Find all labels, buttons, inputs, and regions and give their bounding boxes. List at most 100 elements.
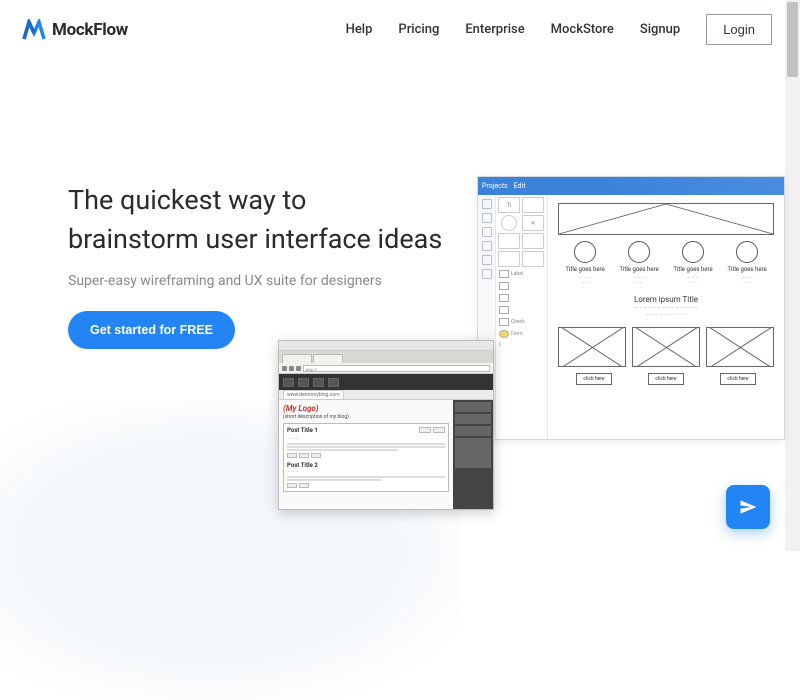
mockup-titlebar [279,341,493,351]
canvas-placeholder-box [558,327,626,367]
hero-title-line1: The quickest way to [68,184,306,216]
send-icon [738,497,758,517]
nav-pricing[interactable]: Pricing [398,22,439,37]
mockup-body: Ti ✕ Label Check Form { Title goes here … [478,195,784,439]
mockup-dark-toolbar [279,374,493,390]
post-line [287,476,445,478]
editor-post-box: Post Title 1 — — — Post Title 2 — — — [283,423,449,492]
browser-tab [313,354,343,363]
canvas-button: click here [720,373,756,385]
urlbar-input: http:// [303,365,490,372]
post-button [433,427,445,433]
post-control [299,453,309,458]
hero-title-line2: brainstorm user interface ideas [68,223,442,255]
canvas-sublabel: — — —— — [619,275,659,285]
comp-circle-icon [501,215,517,231]
comp-item [498,305,545,315]
editor-main-panel: (My Logo) (short description of my blog)… [279,400,453,509]
comp-cross-icon: ✕ [522,215,544,231]
rail-icon [482,227,492,237]
login-button[interactable]: Login [706,14,772,45]
canvas-sublabel: — — —— — [565,275,605,285]
canvas-boxes-row [558,327,774,367]
canvas-roof-shape [558,203,774,235]
editor-right-panel [453,400,493,509]
post-control [311,453,321,458]
comp-item [498,281,545,291]
canvas-label: Title goes here [619,266,659,273]
mockup-editor-content: (My Logo) (short description of my blog)… [279,400,493,509]
mockup-wireframe-editor: Projects Edit Ti ✕ Label Check Form { [477,176,785,440]
right-panel-block [455,426,491,436]
canvas-circle [628,241,650,263]
mockup-components-panel: Ti ✕ Label Check Form { [496,195,548,439]
logo-text: MockFlow [52,20,128,40]
mockup-browser-tabs [279,351,493,363]
canvas-labels-row: Title goes here Title goes here Title go… [558,266,774,273]
canvas-label: Title goes here [565,266,605,273]
post-title: Post Title 2 [287,462,445,469]
toolbar-button [313,378,324,387]
nav-signup[interactable]: Signup [640,22,680,37]
comp-shape-icon [498,251,520,267]
comp-item: { [498,341,545,349]
editor-tagline: (short description of my blog) [283,414,449,420]
main-nav: Help Pricing Enterprise MockStore Signup… [346,14,772,45]
urlbar-forward-icon [289,366,294,371]
comp-item: Form [498,329,545,339]
canvas-sublabels-row: — — —— — — — —— — — — —— — — — —— — [558,275,774,285]
canvas-circle [574,241,596,263]
post-control [287,483,297,488]
toolbar-button [298,378,309,387]
mockup-urlbar: http:// [279,363,493,374]
rail-icon [482,213,492,223]
chat-fab-button[interactable] [726,485,770,529]
cta-button[interactable]: Get started for FREE [68,311,235,349]
rail-icon [482,241,492,251]
subbar-url: www.demomyblog.com [283,390,344,400]
urlbar-reload-icon [296,366,301,371]
comp-rect-icon [522,197,544,213]
right-panel-block [455,402,491,412]
canvas-circle [682,241,704,263]
canvas-placeholder-box [706,327,774,367]
logo[interactable]: MockFlow [22,19,128,41]
comp-shape-icon [522,251,544,267]
rail-icon [482,255,492,265]
mockup-browser-editor: http:// www.demomyblog.com (My Logo) (sh… [278,340,494,510]
post-line [287,449,398,451]
nav-mockstore[interactable]: MockStore [551,22,614,37]
canvas-button: click here [576,373,612,385]
nav-enterprise[interactable]: Enterprise [465,22,524,37]
mockup-toolbar: Projects Edit [478,177,784,195]
rail-icon [482,269,492,279]
post-line [287,446,445,448]
right-panel-block [455,414,491,424]
post-line [287,479,382,481]
editor-logo-text: (My Logo) [283,404,449,413]
canvas-section-subtitle: — — — — — — — — — — — — — —— — — — — — —… [558,306,774,319]
comp-text-icon: Ti [498,197,520,213]
toolbar-edit: Edit [514,182,526,190]
canvas-section-title: Lorem ipsum Title [558,295,774,304]
post-button [419,427,431,433]
post-line [287,443,445,445]
post-meta: — — — [287,469,445,474]
comp-item: Check [498,317,545,327]
logo-icon [22,19,46,41]
nav-help[interactable]: Help [346,22,373,37]
comp-item [498,293,545,303]
canvas-buttons-row: click here click here click here [558,373,774,385]
post-control [299,483,309,488]
comp-shape-icon [498,233,520,249]
canvas-circle [736,241,758,263]
canvas-label: Title goes here [673,266,713,273]
toolbar-button [283,378,294,387]
post-control [287,453,297,458]
post-meta: — — — [287,436,445,441]
mockup-subbar: www.demomyblog.com [279,390,493,400]
toolbar-projects: Projects [482,182,508,190]
toolbar-button [328,378,339,387]
canvas-placeholder-box [632,327,700,367]
canvas-sublabel: — — —— — [727,275,767,285]
